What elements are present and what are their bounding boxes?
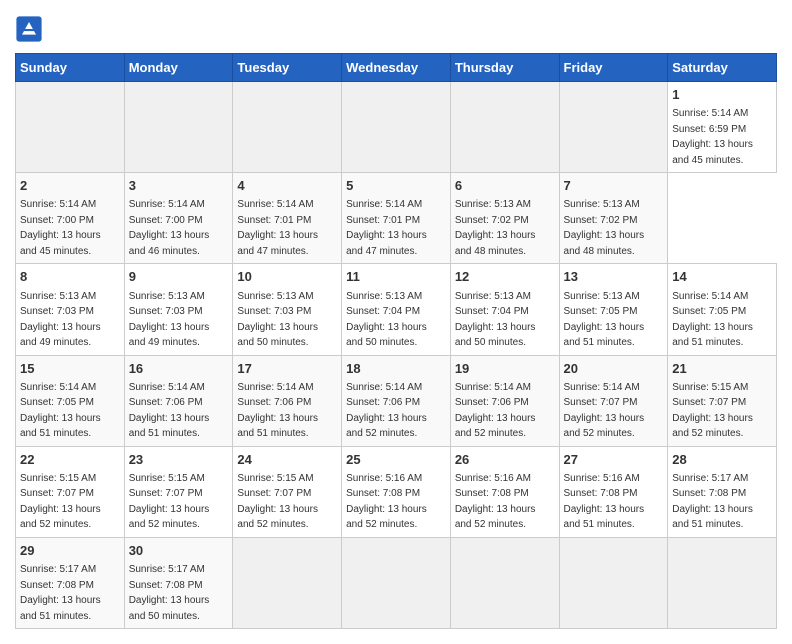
calendar-week-0: 1Sunrise: 5:14 AMSunset: 6:59 PMDaylight… [16, 82, 777, 173]
day-header-tuesday: Tuesday [233, 54, 342, 82]
day-cell-1: 1Sunrise: 5:14 AMSunset: 6:59 PMDaylight… [668, 82, 777, 173]
empty-cell [668, 537, 777, 628]
empty-cell [342, 537, 451, 628]
day-header-sunday: Sunday [16, 54, 125, 82]
header [15, 15, 777, 43]
day-cell-19: 19Sunrise: 5:14 AMSunset: 7:06 PMDayligh… [450, 355, 559, 446]
logo-icon [15, 15, 43, 43]
day-cell-26: 26Sunrise: 5:16 AMSunset: 7:08 PMDayligh… [450, 446, 559, 537]
calendar-week-5: 29Sunrise: 5:17 AMSunset: 7:08 PMDayligh… [16, 537, 777, 628]
logo [15, 15, 47, 43]
day-cell-21: 21Sunrise: 5:15 AMSunset: 7:07 PMDayligh… [668, 355, 777, 446]
day-cell-2: 2Sunrise: 5:14 AMSunset: 7:00 PMDaylight… [16, 173, 125, 264]
empty-cell [559, 82, 668, 173]
day-cell-30: 30Sunrise: 5:17 AMSunset: 7:08 PMDayligh… [124, 537, 233, 628]
day-cell-5: 5Sunrise: 5:14 AMSunset: 7:01 PMDaylight… [342, 173, 451, 264]
day-cell-23: 23Sunrise: 5:15 AMSunset: 7:07 PMDayligh… [124, 446, 233, 537]
day-cell-4: 4Sunrise: 5:14 AMSunset: 7:01 PMDaylight… [233, 173, 342, 264]
calendar-week-3: 15Sunrise: 5:14 AMSunset: 7:05 PMDayligh… [16, 355, 777, 446]
day-cell-24: 24Sunrise: 5:15 AMSunset: 7:07 PMDayligh… [233, 446, 342, 537]
day-cell-18: 18Sunrise: 5:14 AMSunset: 7:06 PMDayligh… [342, 355, 451, 446]
calendar-table: SundayMondayTuesdayWednesdayThursdayFrid… [15, 53, 777, 629]
day-cell-17: 17Sunrise: 5:14 AMSunset: 7:06 PMDayligh… [233, 355, 342, 446]
day-header-friday: Friday [559, 54, 668, 82]
day-cell-16: 16Sunrise: 5:14 AMSunset: 7:06 PMDayligh… [124, 355, 233, 446]
empty-cell [450, 537, 559, 628]
day-cell-8: 8Sunrise: 5:13 AMSunset: 7:03 PMDaylight… [16, 264, 125, 355]
day-cell-28: 28Sunrise: 5:17 AMSunset: 7:08 PMDayligh… [668, 446, 777, 537]
day-cell-27: 27Sunrise: 5:16 AMSunset: 7:08 PMDayligh… [559, 446, 668, 537]
days-header-row: SundayMondayTuesdayWednesdayThursdayFrid… [16, 54, 777, 82]
day-cell-22: 22Sunrise: 5:15 AMSunset: 7:07 PMDayligh… [16, 446, 125, 537]
day-header-wednesday: Wednesday [342, 54, 451, 82]
day-cell-9: 9Sunrise: 5:13 AMSunset: 7:03 PMDaylight… [124, 264, 233, 355]
day-header-thursday: Thursday [450, 54, 559, 82]
empty-cell [233, 82, 342, 173]
empty-cell [450, 82, 559, 173]
empty-cell [559, 537, 668, 628]
day-cell-15: 15Sunrise: 5:14 AMSunset: 7:05 PMDayligh… [16, 355, 125, 446]
calendar-week-1: 2Sunrise: 5:14 AMSunset: 7:00 PMDaylight… [16, 173, 777, 264]
calendar-week-4: 22Sunrise: 5:15 AMSunset: 7:07 PMDayligh… [16, 446, 777, 537]
empty-cell [342, 82, 451, 173]
day-cell-6: 6Sunrise: 5:13 AMSunset: 7:02 PMDaylight… [450, 173, 559, 264]
day-header-monday: Monday [124, 54, 233, 82]
day-cell-13: 13Sunrise: 5:13 AMSunset: 7:05 PMDayligh… [559, 264, 668, 355]
empty-cell [16, 82, 125, 173]
day-cell-25: 25Sunrise: 5:16 AMSunset: 7:08 PMDayligh… [342, 446, 451, 537]
day-cell-10: 10Sunrise: 5:13 AMSunset: 7:03 PMDayligh… [233, 264, 342, 355]
empty-cell [233, 537, 342, 628]
day-cell-3: 3Sunrise: 5:14 AMSunset: 7:00 PMDaylight… [124, 173, 233, 264]
day-cell-14: 14Sunrise: 5:14 AMSunset: 7:05 PMDayligh… [668, 264, 777, 355]
day-cell-11: 11Sunrise: 5:13 AMSunset: 7:04 PMDayligh… [342, 264, 451, 355]
calendar-week-2: 8Sunrise: 5:13 AMSunset: 7:03 PMDaylight… [16, 264, 777, 355]
day-header-saturday: Saturday [668, 54, 777, 82]
empty-cell [124, 82, 233, 173]
day-cell-12: 12Sunrise: 5:13 AMSunset: 7:04 PMDayligh… [450, 264, 559, 355]
day-cell-29: 29Sunrise: 5:17 AMSunset: 7:08 PMDayligh… [16, 537, 125, 628]
day-cell-7: 7Sunrise: 5:13 AMSunset: 7:02 PMDaylight… [559, 173, 668, 264]
day-cell-20: 20Sunrise: 5:14 AMSunset: 7:07 PMDayligh… [559, 355, 668, 446]
